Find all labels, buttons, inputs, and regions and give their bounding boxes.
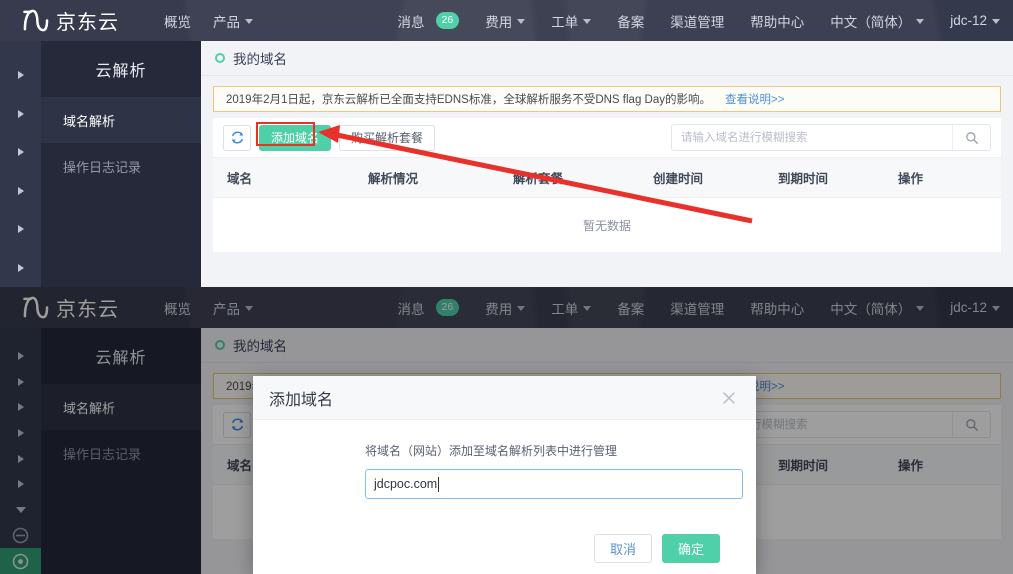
dialog-body: 将域名（网站）添加至域名解析列表中进行管理 jdcpoc.com	[253, 420, 756, 499]
nav-item-help-center[interactable]: 帮助中心	[737, 0, 817, 41]
rail-chevron-5[interactable]	[0, 210, 41, 249]
nav-item-label: 费用	[485, 14, 513, 30]
search-button[interactable]	[952, 125, 990, 150]
app-view-after: 京东云 概览 产品 消息 26 费用 工单 备案 渠道管理 帮助中心 中文（简体…	[0, 287, 1013, 574]
cancel-button[interactable]: 取消	[593, 533, 652, 563]
nav-item-label: jdc-12	[950, 13, 987, 28]
nav-item-label: 概览	[164, 14, 191, 30]
domain-list-panel: 添加域名 购买解析套餐	[213, 118, 1001, 253]
rail-chevron-3[interactable]	[0, 133, 41, 172]
domain-table: 域名 解析情况 解析套餐 创建时间 到期时间 操作 暂无	[213, 158, 1001, 253]
nav-item-messages[interactable]: 消息 26	[385, 0, 473, 41]
page-title: 我的域名	[233, 52, 287, 67]
message-count-badge: 26	[435, 11, 460, 30]
chevron-down-icon	[992, 19, 1000, 24]
domain-table-head: 域名 解析情况 解析套餐 创建时间 到期时间 操作	[213, 158, 1001, 198]
search-input[interactable]	[672, 125, 952, 150]
chevron-right-icon	[17, 225, 24, 234]
nav-item-label: 帮助中心	[750, 14, 805, 30]
sidebar-item-operation-log[interactable]: 操作日志记录	[41, 143, 201, 189]
add-domain-button[interactable]: 添加域名	[259, 124, 332, 151]
nav-item-account[interactable]: jdc-12	[937, 0, 1013, 41]
page-header: 我的域名	[201, 41, 1013, 76]
notice-text: 2019年2月1日起，京东云解析已全面支持EDNS标准，全球解析服务不受DNS …	[226, 94, 711, 106]
empty-state-text: 暂无数据	[213, 197, 1001, 253]
rail-chevron-4[interactable]	[0, 172, 41, 211]
nav-item-label: 备案	[617, 14, 645, 30]
edns-notice-banner: 2019年2月1日起，京东云解析已全面支持EDNS标准，全球解析服务不受DNS …	[213, 86, 1001, 112]
refresh-button[interactable]	[223, 124, 251, 151]
nav-item-overview[interactable]: 概览	[153, 0, 202, 41]
chevron-down-icon	[583, 19, 592, 24]
nav-item-language[interactable]: 中文（简体）	[817, 0, 937, 41]
col-expires: 到期时间	[778, 158, 898, 198]
rail-chevron-2[interactable]	[0, 95, 41, 134]
col-domain: 域名	[213, 158, 368, 198]
confirm-button[interactable]: 确定	[661, 533, 720, 563]
col-created: 创建时间	[653, 158, 778, 198]
search-icon	[965, 131, 978, 144]
rail-chevron-1[interactable]	[0, 56, 41, 95]
app-view-before: 京东云 概览 产品 消息 26 费用 工单 备案 渠道管理 帮助中心 中文（简体…	[0, 0, 1013, 287]
rail-chevron-6[interactable]	[0, 249, 41, 288]
nav-item-label: 工单	[551, 14, 579, 30]
refresh-icon	[231, 131, 243, 144]
sidebar-title: 云解析	[95, 63, 147, 80]
content-padding: 2019年2月1日起，京东云解析已全面支持EDNS标准，全球解析服务不受DNS …	[201, 76, 1013, 253]
domain-search	[671, 124, 991, 151]
nav-right-group: 消息 26 费用 工单 备案 渠道管理 帮助中心 中文（简体） jdc-12	[385, 0, 1013, 41]
dialog-footer: 取消 确定	[253, 522, 756, 574]
dialog-header: 添加域名	[253, 376, 756, 420]
notice-link[interactable]: 查看说明>>	[725, 91, 784, 107]
brand[interactable]: 京东云	[22, 6, 119, 35]
chevron-right-icon	[17, 109, 24, 118]
chevron-down-icon	[517, 19, 526, 24]
service-sidebar: 云解析 域名解析 操作日志记录	[41, 41, 201, 287]
sidebar-item-label: 域名解析	[63, 113, 116, 129]
sidebar-item-label: 操作日志记录	[63, 159, 142, 175]
chevron-right-icon	[17, 263, 24, 272]
chevron-down-icon	[245, 19, 253, 24]
col-package: 解析套餐	[513, 158, 653, 198]
domain-table-body: 暂无数据	[213, 197, 1001, 253]
table-header-row: 域名 解析情况 解析套餐 创建时间 到期时间 操作	[213, 158, 1001, 198]
nav-item-icp-filing[interactable]: 备案	[604, 0, 657, 41]
top-navigation-bar: 京东云 概览 产品 消息 26 费用 工单 备案 渠道管理 帮助中心 中文（简体…	[0, 0, 1013, 41]
close-icon	[723, 391, 735, 404]
main-content: 我的域名 2019年2月1日起，京东云解析已全面支持EDNS标准，全球解析服务不…	[201, 41, 1013, 287]
close-button[interactable]	[718, 387, 740, 409]
list-toolbar: 添加域名 购买解析套餐	[213, 118, 1001, 158]
nav-item-channel-management[interactable]: 渠道管理	[657, 0, 737, 41]
domain-name-value: jdcpoc.com	[374, 477, 438, 491]
nav-item-billing[interactable]: 费用	[472, 0, 538, 41]
screenshot-root: 京东云 概览 产品 消息 26 费用 工单 备案 渠道管理 帮助中心 中文（简体…	[0, 0, 1013, 574]
brand-text: 京东云	[56, 12, 119, 34]
chevron-right-icon	[17, 148, 24, 157]
nav-item-tickets[interactable]: 工单	[538, 0, 604, 41]
buy-package-button[interactable]: 购买解析套餐	[339, 124, 436, 151]
text-cursor	[438, 476, 440, 492]
app-body: 云解析 域名解析 操作日志记录 我的域名 2019年2月1日起，京东云解析已全面…	[0, 41, 1013, 287]
nav-item-products[interactable]: 产品	[202, 0, 264, 41]
dialog-title: 添加域名	[269, 391, 334, 409]
sidebar-item-domain-resolution[interactable]: 域名解析	[41, 97, 201, 143]
chevron-down-icon	[916, 19, 925, 24]
chevron-right-icon	[17, 186, 24, 195]
domain-name-field[interactable]: jdcpoc.com	[365, 469, 743, 499]
nav-item-label: 渠道管理	[670, 14, 725, 30]
table-empty-row: 暂无数据	[213, 197, 1001, 253]
add-domain-dialog: 添加域名 将域名（网站）添加至域名解析列表中进行管理 jdcpoc.com 取消…	[253, 376, 756, 574]
col-actions: 操作	[898, 158, 1001, 198]
nav-item-label: 产品	[213, 14, 240, 30]
nav-item-label: 消息	[397, 14, 425, 30]
dialog-description: 将域名（网站）添加至域名解析列表中进行管理	[365, 444, 618, 458]
jdcloud-logo-icon	[23, 9, 49, 32]
nav-item-label: 中文（简体）	[830, 14, 912, 30]
chevron-right-icon	[17, 71, 24, 80]
ring-icon	[215, 53, 225, 63]
col-status: 解析情况	[368, 158, 513, 198]
icon-rail	[0, 41, 41, 287]
